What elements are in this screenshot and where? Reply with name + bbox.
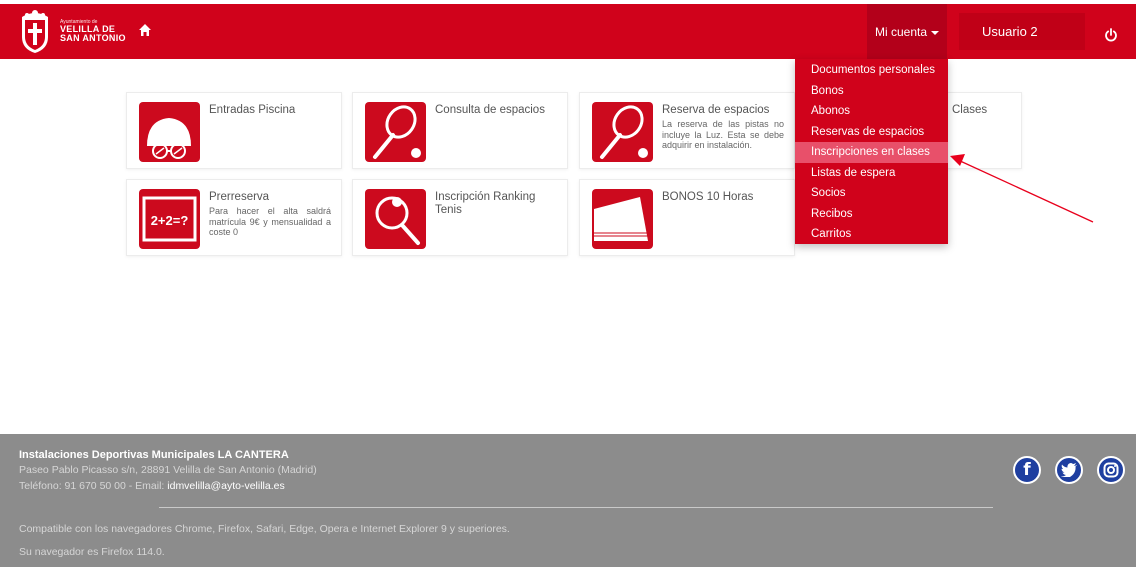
page: Ayuntamiento de VELILLA DE SAN ANTONIO M… xyxy=(0,0,1136,567)
card-description: Para hacer el alta saldrá matrícula 9€ y… xyxy=(209,206,331,237)
menu-item-bonos[interactable]: Bonos xyxy=(795,81,948,102)
logo-caption: Ayuntamiento de xyxy=(60,18,98,25)
voucher-icon xyxy=(594,197,648,241)
compatibility-note: Compatible con los navegadores Chrome, F… xyxy=(19,523,510,535)
facility-name: Instalaciones Deportivas Municipales LA … xyxy=(19,449,289,461)
logo-line-2: SAN ANTONIO xyxy=(60,32,126,43)
email-link[interactable]: idmvelilla@ayto-velilla.es xyxy=(167,480,284,492)
phone-text: Teléfono: 91 670 50 00 - Email: xyxy=(19,480,168,492)
footer-divider xyxy=(159,507,993,508)
menu-item-documentos-personales[interactable]: Documentos personales xyxy=(795,60,948,81)
blackboard-icon: 2+2=? xyxy=(142,196,197,242)
browser-note: Su navegador es Firefox 114.0. xyxy=(19,546,165,558)
twitter-icon[interactable] xyxy=(1055,456,1083,484)
card-entradas-piscina[interactable]: Entradas Piscina xyxy=(126,92,342,169)
tennis-racket-icon xyxy=(373,105,421,159)
card-title: Reserva de espacios xyxy=(662,104,770,116)
municipality-logo[interactable]: Ayuntamiento de VELILLA DE SAN ANTONIO xyxy=(18,6,128,56)
my-account-dropdown: Documentos personales Bonos Abonos Reser… xyxy=(795,59,948,244)
menu-item-recibos[interactable]: Recibos xyxy=(795,204,948,225)
menu-item-abonos[interactable]: Abonos xyxy=(795,101,948,122)
facility-address: Paseo Pablo Picasso s/n, 28891 Velilla d… xyxy=(19,464,317,476)
my-account-menu-button[interactable]: Mi cuenta xyxy=(867,4,947,59)
tennis-racket-icon xyxy=(600,105,648,159)
card-title: Entradas Piscina xyxy=(209,104,296,116)
menu-item-inscripciones-clases[interactable]: Inscripciones en clases xyxy=(795,142,948,163)
card-bonos-10-horas[interactable]: BONOS 10 Horas xyxy=(579,179,795,256)
blackboard-text: 2+2=? xyxy=(151,213,189,228)
power-icon[interactable] xyxy=(1104,28,1118,42)
footer: Instalaciones Deportivas Municipales LA … xyxy=(0,434,1136,567)
caret-down-icon xyxy=(931,30,940,35)
card-inscripcion-ranking-tenis[interactable]: Inscripción Ranking Tenis xyxy=(352,179,568,256)
card-consulta-espacios[interactable]: Consulta de espacios xyxy=(352,92,568,169)
card-title: Consulta de espacios xyxy=(435,104,545,116)
facility-contact: Teléfono: 91 670 50 00 - Email: idmvelil… xyxy=(19,480,285,492)
menu-item-reservas-espacios[interactable]: Reservas de espacios xyxy=(795,122,948,143)
menu-item-carritos[interactable]: Carritos xyxy=(795,224,948,245)
menu-item-socios[interactable]: Socios xyxy=(795,183,948,204)
user-button[interactable]: Usuario 2 xyxy=(959,13,1085,50)
home-icon[interactable] xyxy=(138,23,152,37)
card-title: Inscripción Ranking Tenis xyxy=(435,191,536,216)
coat-of-arms-icon xyxy=(22,10,48,53)
menu-item-listas-espera[interactable]: Listas de espera xyxy=(795,163,948,184)
instagram-icon[interactable] xyxy=(1097,456,1125,484)
card-title: Prerreserva xyxy=(209,191,270,203)
my-account-label: Mi cuenta xyxy=(874,24,928,39)
swim-cap-icon xyxy=(147,118,191,159)
facebook-icon[interactable]: f xyxy=(1013,456,1041,484)
card-title: Clases xyxy=(952,104,988,116)
tennis-ranking-icon xyxy=(375,196,420,245)
user-name: Usuario 2 xyxy=(982,24,1038,39)
card-title: BONOS 10 Horas xyxy=(662,191,754,203)
card-description: La reserva de las pistas no incluye la L… xyxy=(662,119,784,150)
card-reserva-espacios[interactable]: Reserva de espacios La reserva de las pi… xyxy=(579,92,795,169)
card-prerreserva[interactable]: 2+2=? Prerreserva Para hacer el alta sal… xyxy=(126,179,342,256)
